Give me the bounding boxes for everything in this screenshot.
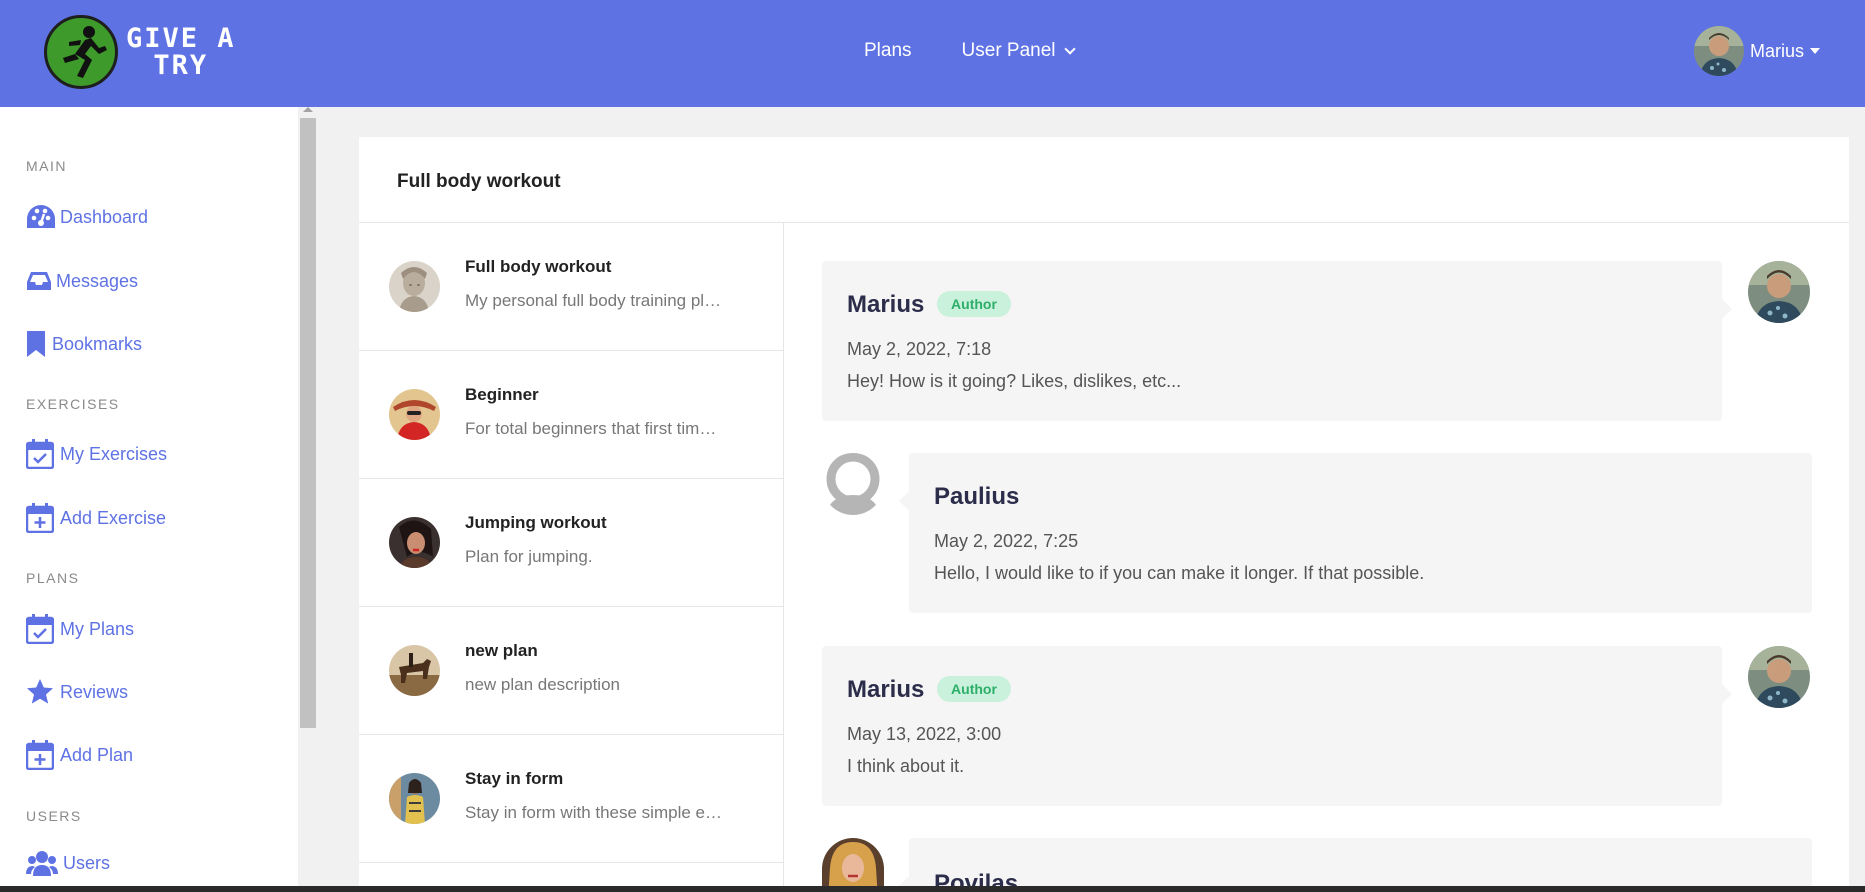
default-user-avatar-icon xyxy=(822,453,884,515)
chevron-down-icon xyxy=(1063,42,1076,55)
plan-title: Stay in form xyxy=(465,769,564,788)
chat-message: Marius Author May 13, 2022, 3:00 I think… xyxy=(822,646,1732,806)
plan-avatar xyxy=(389,261,440,312)
message-text: I think about it. xyxy=(847,756,965,776)
plan-avatar xyxy=(389,773,440,824)
bookmark-icon xyxy=(26,330,48,358)
inbox-icon xyxy=(26,267,52,295)
message-author: Marius Author xyxy=(847,291,1011,319)
calendar-plus-icon xyxy=(26,503,56,533)
message-author-name: Marius xyxy=(847,291,925,318)
message-author-name: Marius xyxy=(847,676,925,703)
runner-logo-icon xyxy=(44,15,118,89)
plan-description: For total beginners that first time in t… xyxy=(465,419,725,438)
message-author: Paulius xyxy=(934,483,1019,511)
brand-name: GIVE A TRY xyxy=(126,25,236,79)
sidebar-item-messages[interactable]: Messages xyxy=(26,267,138,295)
message-author-name: Paulius xyxy=(934,483,1020,510)
message-text: Hey! How is it going? Likes, dislikes, e… xyxy=(847,371,1182,391)
sidebar: MAIN Dashboard Messages Bookmarks EXERCI… xyxy=(0,107,298,892)
sidebar-section-main: MAIN xyxy=(26,158,67,174)
user-name: Marius xyxy=(1749,40,1804,61)
sidebar-item-dashboard[interactable]: Dashboard xyxy=(26,203,148,231)
main-nav: Plans User Panel xyxy=(864,40,1076,62)
plan-avatar xyxy=(389,389,440,440)
sidebar-item-label: Dashboard xyxy=(60,206,149,227)
message-date: May 2, 2022, 7:25 xyxy=(934,531,1079,551)
plan-list-item[interactable]: Stay in form Stay in form with these sim… xyxy=(359,735,783,863)
sidebar-section-exercises: EXERCISES xyxy=(26,396,120,412)
nav-user-panel-dropdown[interactable]: User Panel xyxy=(961,40,1076,62)
message-author: Marius Author xyxy=(847,676,1011,704)
brand-logo[interactable]: GIVE A TRY xyxy=(44,15,236,89)
scrollbar-thumb[interactable] xyxy=(300,118,316,728)
plan-list-item[interactable]: Full body workout My personal full body … xyxy=(359,223,783,351)
plan-description: My personal full body training plan for … xyxy=(465,291,725,310)
plan-avatar xyxy=(389,517,440,568)
sidebar-section-plans: PLANS xyxy=(26,570,80,586)
sidebar-item-label: My Exercises xyxy=(60,443,168,464)
sidebar-item-users[interactable]: Users xyxy=(26,849,110,877)
sidebar-section-users: USERS xyxy=(26,808,82,824)
plan-description: Stay in form with these simple exercises xyxy=(465,803,725,822)
sidebar-item-label: Add Plan xyxy=(60,744,134,765)
sidebar-item-label: Reviews xyxy=(60,681,129,702)
plan-description: Plan for jumping. xyxy=(465,547,593,566)
plan-title: Jumping workout xyxy=(465,513,607,532)
plan-description: new plan description xyxy=(465,675,620,694)
window-bottom-edge xyxy=(0,886,1865,892)
plan-title: Full body workout xyxy=(465,257,612,276)
sidebar-scrollbar[interactable] xyxy=(298,107,318,892)
sidebar-item-label: Bookmarks xyxy=(52,333,143,354)
sidebar-item-add-exercise[interactable]: Add Exercise xyxy=(26,503,167,533)
chat-message: Paulius May 2, 2022, 7:25 Hello, I would… xyxy=(899,453,1812,613)
caret-down-icon xyxy=(1810,48,1820,54)
author-badge: Author xyxy=(937,291,1011,317)
calendar-check-icon xyxy=(26,614,56,644)
plan-title: new plan xyxy=(465,641,538,660)
plan-list-item[interactable]: Jumping workout Plan for jumping. xyxy=(359,479,783,607)
sidebar-item-my-exercises[interactable]: My Exercises xyxy=(26,439,168,469)
scroll-up-arrow-icon[interactable] xyxy=(303,107,313,112)
plan-list: Full body workout My personal full body … xyxy=(359,223,784,892)
sidebar-item-label: Messages xyxy=(56,270,139,291)
author-badge: Author xyxy=(937,676,1011,702)
chat-message: Povilas xyxy=(909,838,1812,886)
plan-list-item[interactable]: new plan new plan description xyxy=(359,607,783,735)
users-icon xyxy=(26,849,59,877)
message-avatar xyxy=(1748,261,1810,323)
message-pointer xyxy=(1722,299,1732,319)
calendar-check-icon xyxy=(26,439,56,469)
message-date: May 13, 2022, 3:00 xyxy=(847,724,1002,744)
sidebar-item-reviews[interactable]: Reviews xyxy=(26,678,128,706)
nav-plans-link[interactable]: Plans xyxy=(864,40,912,62)
user-avatar xyxy=(1693,26,1744,76)
message-author: Povilas xyxy=(934,870,1018,886)
message-author-name: Povilas xyxy=(934,870,1019,886)
brand-name-line2: TRY xyxy=(153,50,209,81)
plan-avatar xyxy=(389,645,440,696)
sidebar-item-label: Add Exercise xyxy=(60,507,167,528)
sidebar-item-label: Users xyxy=(63,852,111,873)
message-avatar xyxy=(1748,646,1810,708)
calendar-plus-icon xyxy=(26,740,56,770)
sidebar-item-add-plan[interactable]: Add Plan xyxy=(26,740,134,770)
message-date: May 2, 2022, 7:18 xyxy=(847,339,992,359)
star-icon xyxy=(26,678,56,706)
plan-title: Beginner xyxy=(465,385,539,404)
sidebar-item-bookmarks[interactable]: Bookmarks xyxy=(26,330,142,358)
chat-message: Marius Author May 2, 2022, 7:18 Hey! How… xyxy=(822,261,1732,421)
message-text: Hello, I would like to if you can make i… xyxy=(934,563,1425,583)
message-pointer xyxy=(1722,684,1732,704)
plan-list-item[interactable]: Beginner For total beginners that first … xyxy=(359,351,783,479)
message-pointer xyxy=(899,491,909,511)
user-menu-dropdown[interactable]: Marius xyxy=(1693,26,1820,76)
top-navbar: GIVE A TRY Plans User Panel Marius xyxy=(0,0,1865,107)
sidebar-item-my-plans[interactable]: My Plans xyxy=(26,614,135,644)
sidebar-item-label: My Plans xyxy=(60,618,135,639)
card-title: Full body workout xyxy=(397,171,561,192)
nav-user-panel-label: User Panel xyxy=(961,40,1056,61)
brand-name-line1: GIVE A xyxy=(126,23,236,54)
palette-icon xyxy=(26,203,56,231)
